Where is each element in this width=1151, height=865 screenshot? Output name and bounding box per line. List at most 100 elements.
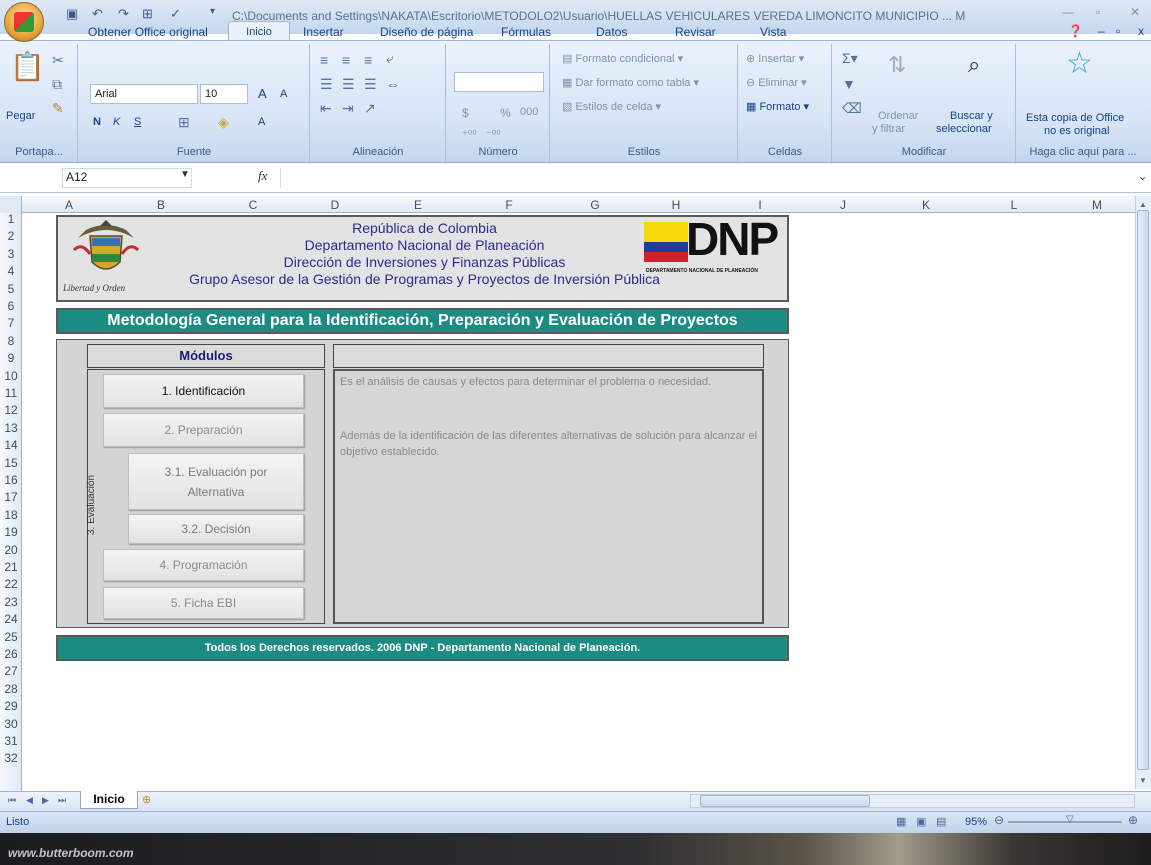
redo-icon[interactable]: ↷	[118, 6, 129, 24]
prev-sheet-icon[interactable]: ◀	[26, 795, 33, 806]
close-icon[interactable]: ✕	[1130, 5, 1140, 19]
row-header[interactable]: 8	[0, 335, 22, 347]
column-header[interactable]: G	[553, 198, 637, 212]
format-cells-button[interactable]: ▦ Formato ▾	[746, 100, 809, 113]
row-header[interactable]: 29	[0, 700, 22, 712]
maximize-icon[interactable]: ▫	[1096, 5, 1100, 19]
column-header[interactable]: F	[465, 198, 553, 212]
row-header[interactable]: 7	[0, 317, 22, 329]
namebox-dropdown-icon[interactable]: ▼	[180, 169, 190, 180]
next-sheet-icon[interactable]: ▶	[42, 795, 49, 806]
row-header[interactable]: 21	[0, 561, 22, 573]
format-painter-icon[interactable]: ✎	[52, 100, 64, 117]
column-header[interactable]: A	[23, 198, 115, 212]
tab-diseno[interactable]: Diseño de página	[380, 25, 473, 39]
row-header[interactable]: 3	[0, 248, 22, 260]
qat-customize-icon[interactable]: ▾	[210, 6, 215, 24]
column-header[interactable]: B	[115, 198, 207, 212]
number-format-combo[interactable]	[454, 72, 544, 92]
module-button-evaluacion-alternativa[interactable]: 3.1. Evaluación por Alternativa	[128, 453, 304, 510]
minimize-icon[interactable]: —	[1062, 5, 1074, 19]
find-select-button[interactable]: Buscar y	[950, 110, 993, 122]
cell-styles-button[interactable]: ▧ Estilos de celda ▾	[562, 100, 661, 113]
row-header[interactable]: 4	[0, 265, 22, 277]
binoculars-icon[interactable]: ⌕	[968, 52, 980, 78]
column-header[interactable]: L	[971, 198, 1057, 212]
save-icon[interactable]: ▣	[66, 6, 78, 24]
align-bottom-icon[interactable]: ≡	[364, 52, 372, 68]
undo-icon[interactable]: ↶	[92, 6, 103, 24]
bold-button[interactable]: N	[93, 116, 101, 128]
delete-cells-button[interactable]: ⊖ Eliminar ▾	[746, 76, 807, 89]
row-header[interactable]: 20	[0, 544, 22, 556]
help-icon[interactable]: ❓	[1068, 24, 1083, 38]
font-color-icon[interactable]: A	[258, 116, 265, 128]
zoom-out-icon[interactable]: ⊖	[994, 813, 1004, 827]
scroll-down-icon[interactable]: ▼	[1139, 776, 1147, 785]
column-header[interactable]: J	[805, 198, 881, 212]
formula-input[interactable]	[280, 168, 1130, 188]
formula-expand-icon[interactable]: ⌄	[1138, 170, 1147, 183]
row-header[interactable]: 1	[0, 213, 22, 225]
column-header[interactable]: C	[207, 198, 299, 212]
increase-decimal-icon[interactable]: ⁺⁰⁰	[462, 128, 477, 141]
row-header[interactable]: 31	[0, 735, 22, 747]
sort-filter-button-2[interactable]: y filtrar	[872, 123, 905, 135]
fill-color-icon[interactable]: ◈	[218, 114, 229, 131]
sort-filter-button[interactable]: Ordenar	[878, 110, 918, 122]
module-button-programacion[interactable]: 4. Programación	[103, 549, 304, 581]
module-button-identificacion[interactable]: 1. Identificación	[103, 374, 304, 408]
ribbon-close-icon[interactable]: x	[1138, 24, 1144, 38]
row-header[interactable]: 24	[0, 613, 22, 625]
column-header[interactable]: D	[299, 198, 371, 212]
column-header[interactable]: H	[637, 198, 715, 212]
row-header[interactable]: 28	[0, 683, 22, 695]
column-header[interactable]: E	[371, 198, 465, 212]
row-header[interactable]: 6	[0, 300, 22, 312]
align-right-icon[interactable]: ☰	[364, 76, 377, 93]
scroll-up-icon[interactable]: ▲	[1139, 200, 1147, 209]
clear-icon[interactable]: ⌫	[842, 100, 862, 117]
cut-icon[interactable]: ✂	[52, 52, 64, 69]
currency-button[interactable]: $	[462, 106, 469, 120]
page-break-icon[interactable]: ▤	[936, 815, 946, 828]
merge-center-icon[interactable]: ⇔	[386, 76, 400, 92]
thousands-button[interactable]: 000	[520, 106, 538, 118]
column-header[interactable]: I	[715, 198, 805, 212]
paste-icon[interactable]: 📋	[10, 50, 45, 83]
find-select-button-2[interactable]: seleccionar	[936, 123, 992, 135]
row-header[interactable]: 2	[0, 230, 22, 242]
row-header[interactable]: 26	[0, 648, 22, 660]
underline-button[interactable]: S	[134, 116, 141, 128]
align-top-icon[interactable]: ≡	[320, 52, 328, 68]
borders-icon[interactable]: ⊞	[142, 6, 153, 24]
horizontal-scroll-thumb[interactable]	[700, 795, 870, 807]
tab-datos[interactable]: Datos	[596, 25, 627, 39]
row-header[interactable]: 15	[0, 457, 22, 469]
tab-revisar[interactable]: Revisar	[675, 25, 716, 39]
row-header[interactable]: 11	[0, 387, 22, 399]
spelling-icon[interactable]: ✓	[170, 6, 181, 24]
column-header[interactable]: K	[881, 198, 971, 212]
row-header[interactable]: 14	[0, 439, 22, 451]
row-header[interactable]: 5	[0, 283, 22, 295]
tab-inicio[interactable]: Inicio	[228, 21, 290, 41]
format-as-table-button[interactable]: ▦ Dar formato como tabla ▾	[562, 76, 699, 89]
module-button-ficha-ebi[interactable]: 5. Ficha EBI	[103, 587, 304, 619]
zoom-thumb[interactable]: ▽	[1066, 814, 1074, 825]
genuine-line1[interactable]: Esta copia de Office	[1026, 112, 1124, 124]
row-header[interactable]: 22	[0, 578, 22, 590]
module-button-decision[interactable]: 3.2. Decisión	[128, 514, 304, 544]
row-header[interactable]: 32	[0, 752, 22, 764]
align-center-icon[interactable]: ☰	[342, 76, 355, 93]
row-header[interactable]: 23	[0, 596, 22, 608]
grow-font-icon[interactable]: A	[258, 86, 267, 101]
row-header[interactable]: 10	[0, 370, 22, 382]
select-all-corner[interactable]	[0, 196, 22, 213]
font-size-combo[interactable]: 10	[200, 84, 248, 104]
sheet-tab-inicio[interactable]: Inicio	[80, 791, 138, 809]
sort-filter-icon[interactable]: ⇅	[888, 52, 906, 78]
tab-obtener-office[interactable]: Obtener Office original	[88, 25, 208, 39]
row-header[interactable]: 16	[0, 474, 22, 486]
align-middle-icon[interactable]: ≡	[342, 52, 350, 68]
